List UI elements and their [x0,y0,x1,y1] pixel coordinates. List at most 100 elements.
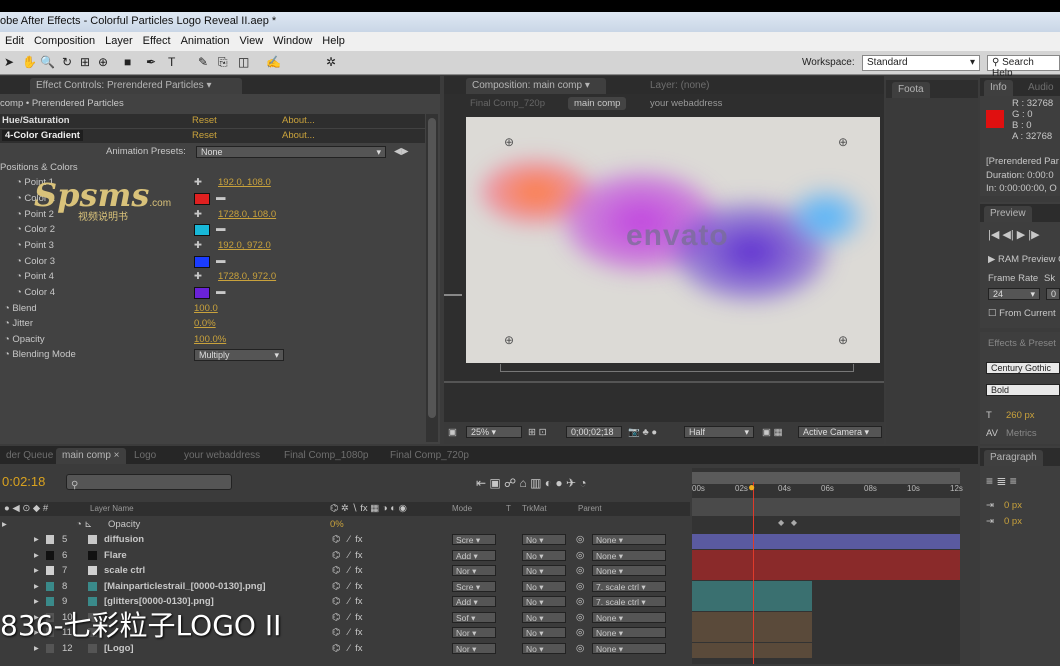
timeline-timecode[interactable]: 0:02:18 [2,474,45,489]
color2-swatch[interactable] [194,224,210,236]
rotate-tool-icon[interactable]: ↻ [62,55,72,69]
layer-switch-icons[interactable]: ⌬ ∕ fx [332,550,362,561]
expand-icon[interactable]: ▸ [34,550,39,561]
align-icons[interactable]: ≡ ≣ ≡ [986,474,1017,488]
prop-value[interactable]: 1728.0, 108.0 [218,209,276,220]
crosshair-icon[interactable]: ✚ [194,271,202,282]
prop-value[interactable]: 100.0% [194,334,226,345]
parent-pickwhip-icon[interactable]: ◎ [576,550,584,561]
crosshair-icon[interactable]: ✚ [194,177,202,188]
resolution-dropdown[interactable]: Half ▾ [684,426,754,438]
trkmat-dropdown[interactable]: No ▾ [522,596,566,607]
zoom-tool-icon[interactable]: 🔍 [40,55,55,69]
label-color-swatch[interactable] [46,550,54,560]
layer-switch-icons[interactable]: ⌬ ∕ fx [332,596,362,607]
font-size-value[interactable]: 260 px [1006,410,1035,421]
tab-composition[interactable]: Composition: main comp ▾ [466,78,606,94]
layer-switch-icons[interactable]: ⌬ ∕ fx [332,643,362,654]
time-graph[interactable]: 00s 02s 04s 06s 08s 10s 12s ◆ ◆ ● [692,468,963,664]
menu-animation[interactable]: Animation [176,32,235,51]
preset-nav-icon[interactable]: ◀▶ [394,146,409,157]
crosshair-handle-icon[interactable]: ⊕ [504,135,514,149]
timeline-switch-icons[interactable]: ⇤ ▣ ☍ ⌂ ▥ ◐ ● ✈ ◔ [476,476,587,490]
parent-dropdown[interactable]: 7. scale ctrl ▾ [592,580,666,592]
tab-info[interactable]: Info [984,80,1013,96]
eyedropper-icon[interactable]: ▬ [216,286,226,297]
about-link[interactable]: About... [282,115,315,126]
eraser-tool-icon[interactable]: ◫ [238,55,249,69]
mode-dropdown[interactable]: Scre ▾ [452,580,496,592]
layer-name[interactable]: [Mainparticlestrail_[0000-0130].png] [104,581,266,592]
tab-audio[interactable]: Audio [1022,80,1060,96]
layer-name[interactable]: diffusion [104,534,144,545]
font-family-dropdown[interactable]: Century Gothic [986,362,1060,374]
tab-layer[interactable]: Layer: (none) [644,78,715,94]
parent-pickwhip-icon[interactable]: ◎ [576,627,584,638]
reset-link[interactable]: Reset [192,130,217,141]
composition-viewer[interactable]: envato ⊕ ⊕ ⊕ ⊕ [466,117,880,363]
tab-footage[interactable]: Foota [892,82,930,98]
layer-row[interactable]: ▸ 6 Flare ⌬ ∕ fx Add ▾ No ▾ ◎ None ▾ [0,548,690,563]
menu-composition[interactable]: Composition [29,32,100,51]
trkmat-dropdown[interactable]: No ▾ [522,534,566,545]
presets-dropdown[interactable]: None ▾ [196,146,386,158]
mode-dropdown[interactable]: Add ▾ [452,596,496,607]
playback-controls-icon[interactable]: |◀ ◀| ▶ |▶ [988,228,1040,241]
effect-row-gradient[interactable]: 4-Color Gradient Reset About... [0,129,425,143]
timeline-search[interactable]: ⚲ [66,474,232,491]
expand-icon[interactable]: ▸ [34,565,39,576]
playhead[interactable] [753,482,754,664]
layer-duration-bar[interactable] [692,642,812,658]
ram-preview-label[interactable]: ▶ RAM Preview O [988,254,1060,265]
mask-tool-icon[interactable]: ■ [124,55,131,69]
expand-icon[interactable]: ▸ [34,643,39,654]
menu-view[interactable]: View [235,32,269,51]
crumb-final-comp[interactable]: Final Comp_720p [470,98,545,109]
parent-dropdown[interactable]: None ▾ [592,642,666,654]
prop-value[interactable]: 192.0, 108.0 [218,177,271,188]
trkmat-dropdown[interactable]: No ▾ [522,580,566,592]
indent-first-value[interactable]: 0 px [1004,516,1022,527]
menu-help[interactable]: Help [317,32,350,51]
color1-swatch[interactable] [194,193,210,205]
color4-swatch[interactable] [194,287,210,299]
pan-behind-tool-icon[interactable]: ⊕ [98,55,108,69]
label-color-swatch[interactable] [46,535,54,544]
tab-paragraph[interactable]: Paragraph [984,450,1043,466]
blending-mode-dropdown[interactable]: Multiply ▾ [194,349,284,361]
skip-field[interactable]: 0 [1046,288,1060,300]
mode-dropdown[interactable]: Nor ▾ [452,642,496,654]
tab-final-1080[interactable]: Final Comp_1080p [278,448,375,464]
crosshair-handle-icon[interactable]: ⊕ [838,135,848,149]
tracking-value[interactable]: Metrics [1006,428,1037,439]
roto-tool-icon[interactable]: ✍ [266,55,281,69]
from-current-checkbox[interactable]: ☐ From Current [988,308,1056,319]
snapshot-icon[interactable]: 📷 ♣ ● [628,427,657,438]
parent-pickwhip-icon[interactable]: ◎ [576,643,584,654]
effect-scrollbar[interactable] [426,114,438,442]
eyedropper-icon[interactable]: ▬ [216,223,226,234]
layer-name[interactable]: Flare [104,550,127,561]
mode-dropdown[interactable]: Sof ▾ [452,611,496,623]
crosshair-icon[interactable]: ✚ [194,240,202,251]
label-color-swatch[interactable] [46,643,54,653]
layer-row[interactable]: ▸ 8 [Mainparticlestrail_[0000-0130].png] ⌬ … [0,579,690,594]
keyframe-icon[interactable]: ◆ ◆ [778,518,797,527]
parent-dropdown[interactable]: None ▾ [592,611,666,623]
label-color-swatch[interactable] [46,581,54,591]
menu-window[interactable]: Window [268,32,317,51]
layer-switch-icons[interactable]: ⌬ ∕ fx [332,534,362,545]
grid-icon[interactable]: ⊞ ⊡ [528,427,547,438]
crumb-webaddress[interactable]: your webaddress [650,98,722,109]
pen-tool-icon[interactable]: ✒ [146,55,156,69]
color3-swatch[interactable] [194,256,210,268]
menu-edit[interactable]: Edit [0,32,29,51]
layer-switch-icons[interactable]: ⌬ ∕ fx [332,612,362,623]
layer-duration-bar[interactable] [692,565,960,580]
parent-pickwhip-icon[interactable]: ◎ [576,612,584,623]
search-help-field[interactable]: ⚲ Search Help [987,55,1060,79]
expand-icon[interactable]: ▸ [34,581,39,592]
tab-render-queue[interactable]: der Queue [0,448,59,464]
mode-dropdown[interactable]: Nor ▾ [452,627,496,638]
mode-dropdown[interactable]: Scre ▾ [452,534,496,545]
